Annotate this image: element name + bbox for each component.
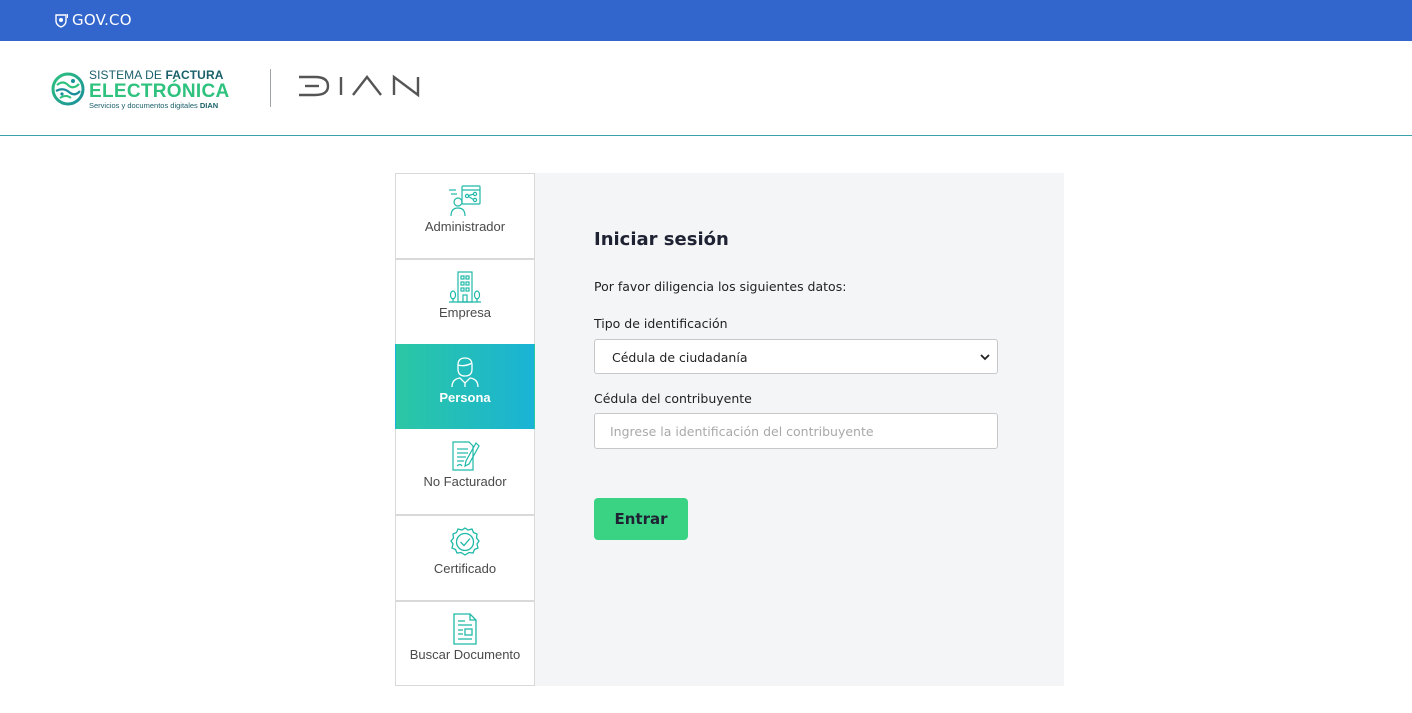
gov-co-text: GOV.CO: [72, 11, 132, 29]
tab-empresa-label: Empresa: [438, 305, 492, 320]
brand-line-1: SISTEMA DE FACTURA: [89, 69, 230, 81]
login-form: Iniciar sesión Por favor diligencia los …: [535, 173, 1064, 686]
id-type-selected-value: Cédula de ciudadanía: [612, 350, 748, 365]
id-type-label: Tipo de identificación: [594, 316, 728, 331]
tab-persona-label: Persona: [439, 390, 491, 405]
form-subtitle: Por favor diligencia los siguientes dato…: [594, 279, 847, 294]
gov-shield-icon: [55, 13, 68, 28]
tab-no-facturador[interactable]: No Facturador: [395, 429, 535, 515]
document-search-icon: [450, 613, 480, 645]
header-divider: [270, 69, 271, 107]
building-icon: [449, 271, 481, 303]
login-panel: Administrador Empresa Persona No Factura…: [395, 173, 1064, 686]
gov-co-logo[interactable]: GOV.CO: [53, 11, 132, 29]
admin-network-icon: [448, 185, 482, 217]
id-number-label: Cédula del contribuyente: [594, 391, 752, 406]
tab-buscar-documento[interactable]: Buscar Documento: [395, 601, 535, 686]
brand-line-3-prefix: Servicios y documentos digitales: [89, 101, 200, 110]
brand-line-2: ELECTRÓNICA: [89, 81, 230, 102]
submit-button[interactable]: Entrar: [594, 498, 688, 540]
dian-logo[interactable]: [297, 73, 433, 99]
chevron-down-icon: [980, 354, 990, 361]
globe-logo-icon: [51, 72, 85, 106]
site-header: SISTEMA DE FACTURA ELECTRÓNICA Servicios…: [0, 41, 1412, 136]
brand-line-3: Servicios y documentos digitales DIAN: [89, 102, 230, 110]
tab-certificado-label: Certificado: [433, 561, 497, 576]
id-type-select[interactable]: Cédula de ciudadanía: [594, 339, 998, 374]
tab-no-facturador-label: No Facturador: [423, 474, 507, 489]
brand-line-3-bold: DIAN: [199, 101, 219, 110]
tab-empresa[interactable]: Empresa: [395, 259, 535, 345]
factura-electronica-logo[interactable]: SISTEMA DE FACTURA ELECTRÓNICA Servicios…: [51, 69, 230, 110]
person-icon: [450, 356, 480, 388]
tab-buscar-documento-label: Buscar Documento: [409, 647, 521, 662]
tab-persona[interactable]: Persona: [395, 344, 535, 430]
tab-administrador-label: Administrador: [424, 219, 506, 234]
user-type-tabs: Administrador Empresa Persona No Factura…: [395, 173, 544, 686]
form-title: Iniciar sesión: [594, 229, 729, 250]
tab-certificado[interactable]: Certificado: [395, 515, 535, 601]
tab-administrador[interactable]: Administrador: [395, 173, 535, 259]
brand-text: SISTEMA DE FACTURA ELECTRÓNICA Servicios…: [89, 69, 230, 110]
gov-co-bar: GOV.CO: [0, 0, 1412, 41]
certificate-badge-icon: [448, 527, 482, 559]
brand-line-1-prefix: SISTEMA DE: [89, 68, 166, 82]
brand-line-1-bold: FACTURA: [165, 68, 224, 82]
id-number-input[interactable]: [594, 413, 998, 449]
document-pen-icon: [449, 440, 481, 472]
